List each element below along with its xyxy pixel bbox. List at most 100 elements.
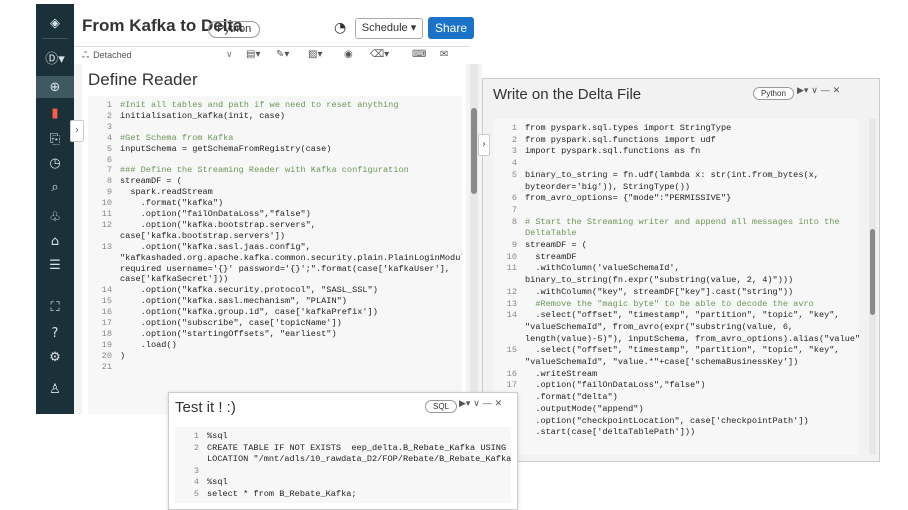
test-sql-cell[interactable]: Test it ! :) SQL ▶▾ ∨ ― ✕ 1 %sql 2 CREATE T… <box>168 392 518 510</box>
partner-connect-icon[interactable]: ⛶ <box>36 296 74 318</box>
line-number: 2 <box>511 134 517 145</box>
line-number: 9 <box>511 240 517 250</box>
line-number: 14 <box>101 285 112 296</box>
repos-icon[interactable]: ⎘ <box>36 128 74 150</box>
line-number: 3 <box>511 146 517 157</box>
line-number: 10 <box>101 198 112 209</box>
line-number: 12 <box>101 219 112 230</box>
cell-title: Define Reader <box>88 70 198 89</box>
code-editor[interactable]: 1 #Init all tables and path if we need to… <box>88 96 462 414</box>
schedule-button[interactable]: Schedule ▾ <box>355 18 423 39</box>
code-line: .withColumn('valueSchemaId', <box>525 263 680 274</box>
schedule-clock-icon[interactable]: ◔ <box>334 20 346 36</box>
workspace-switcher-icon[interactable]: Ⓓ▾ <box>36 46 74 68</box>
notebook-toolbar: ஃ Detached ∨ ▤▾ ✎▾ ▨▾ ◉ ⌫▾ ⌨ ✉ <box>74 46 470 64</box>
line-number: 5 <box>193 488 199 499</box>
line-number: 9 <box>106 187 112 198</box>
code-line: streamDF = ( <box>525 240 587 250</box>
help-icon[interactable]: ? <box>36 322 74 344</box>
keyboard-icon[interactable]: ⌨ <box>412 49 426 60</box>
notebook-icon[interactable]: ▮ <box>36 102 74 124</box>
line-number: 17 <box>506 380 517 391</box>
cell-scrollbar[interactable] <box>869 119 876 455</box>
line-number: 2 <box>193 442 199 453</box>
code-line: initialisation_kafka(init, case) <box>120 110 286 121</box>
line-number: 16 <box>506 368 517 379</box>
jobs-list-icon[interactable]: ☰ <box>36 254 74 276</box>
code-line: .option("failOnDataLoss","false") <box>120 209 311 219</box>
user-avatar-icon[interactable]: ♙ <box>36 378 74 400</box>
scrollbar-thumb[interactable] <box>870 229 875 315</box>
data-icon[interactable]: ⌂ <box>36 230 74 252</box>
code-editor[interactable]: 1 from pyspark.sql.types import StringTyp… <box>493 119 859 455</box>
cell-title: Write on the Delta File <box>493 86 642 103</box>
line-number: 15 <box>506 345 517 356</box>
code-line: length(value)-5)"), inputSchema, from_av… <box>525 333 859 344</box>
language-badge[interactable]: SQL <box>425 400 458 413</box>
comments-icon[interactable]: ✉ <box>440 49 448 60</box>
search-icon[interactable]: ⌕ <box>36 176 74 198</box>
layers-icon[interactable]: ◈ <box>36 12 74 34</box>
code-line: streamDF = ( <box>120 176 182 187</box>
line-number: 16 <box>101 307 112 318</box>
code-line: "valueSchemaId", from_avro(expr("substri… <box>525 321 794 332</box>
code-line: %sql <box>207 477 228 487</box>
cluster-dropdown-chevron-icon[interactable]: ∨ <box>226 50 233 60</box>
line-number: 6 <box>511 193 517 204</box>
code-line: .option("subscribe", case['topicName']) <box>120 318 342 328</box>
line-number: 20 <box>101 350 112 361</box>
line-number: 17 <box>101 318 112 328</box>
code-line: .select("offset", "timestamp", "partitio… <box>525 345 840 356</box>
code-line: #Get Schema from Kafka <box>120 132 234 143</box>
schedule-label: Schedule <box>361 22 408 34</box>
code-line: .format("delta") <box>525 392 618 403</box>
code-line: binary_to_string = fn.udf(lambda x: str(… <box>525 169 819 180</box>
code-line: .option("kafka.group.id", case['kafkaPre… <box>120 307 378 318</box>
notebook-scrollbar[interactable] <box>470 64 478 414</box>
cluster-selector[interactable]: ஃ Detached <box>82 50 132 62</box>
language-badge[interactable]: Python <box>753 87 794 100</box>
expand-chevron-icon[interactable]: › <box>478 134 490 156</box>
cell-controls[interactable]: ▶▾ ∨ ― ✕ <box>459 399 502 409</box>
code-line: .withColumn("key", streamDF["key"].cast(… <box>525 286 794 297</box>
file-menu-icon[interactable]: ▤▾ <box>246 49 260 60</box>
language-badge[interactable]: Python <box>208 21 261 38</box>
line-number: 6 <box>106 154 112 165</box>
line-number: 21 <box>101 361 112 372</box>
line-number: 3 <box>193 465 199 476</box>
line-number: 11 <box>506 263 517 274</box>
code-line: from pyspark.sql.types import StringType <box>525 123 732 133</box>
sidebar-divider <box>42 38 68 39</box>
view-menu-icon[interactable]: ▨▾ <box>308 49 322 60</box>
new-plus-icon[interactable]: ⊕ <box>36 76 74 98</box>
edit-menu-icon[interactable]: ✎▾ <box>276 49 289 60</box>
collapse-sidebar-chevron-icon[interactable]: › <box>70 120 84 142</box>
notebook-window: ◈ Ⓓ▾ ⊕ ▮ ⎘ ◷ ⌕ ♧ ⌂ ☰ ⛶ ? ⚙ ♙ From Kafka … <box>0 0 908 510</box>
code-line: inputSchema = getSchemaFromRegistry(case… <box>120 143 332 154</box>
compute-icon[interactable]: ♧ <box>36 206 74 228</box>
code-line: import pyspark.sql.functions as fn <box>525 146 701 157</box>
line-number: 7 <box>106 165 112 176</box>
define-reader-cell[interactable]: Define Reader 1 #Init all tables and path… <box>82 64 466 414</box>
code-line: .writeStream <box>525 368 598 379</box>
recents-clock-icon[interactable]: ◷ <box>36 152 74 174</box>
code-line: ) <box>120 350 126 361</box>
code-line: case['kafkaSecret'])) <box>120 274 229 285</box>
code-line: #Remove the "magic byte" to be able to d… <box>525 298 814 309</box>
code-line: .option("kafka.security.protocol", "SASL… <box>120 285 378 296</box>
notebook-header: From Kafka to Delta Python ◔ Schedule ▾ … <box>74 4 482 46</box>
run-all-icon[interactable]: ◉ <box>344 49 353 60</box>
code-line: from_avro_options= {"mode":"PERMISSIVE"} <box>525 193 732 204</box>
cell-controls[interactable]: ▶▾ ∨ ― ✕ <box>797 86 840 96</box>
line-number: 3 <box>106 121 112 132</box>
code-line: binary_to_string(fn.expr("substring(valu… <box>525 275 794 286</box>
line-number: 2 <box>106 110 112 121</box>
clear-menu-icon[interactable]: ⌫▾ <box>370 49 389 60</box>
code-line: .outputMode("append") <box>525 403 644 414</box>
scrollbar-thumb[interactable] <box>471 108 477 194</box>
settings-gear-icon[interactable]: ⚙ <box>36 346 74 368</box>
write-delta-cell[interactable]: Write on the Delta File Python ▶▾ ∨ ― ✕ … <box>482 78 880 462</box>
code-line: %sql <box>207 431 228 441</box>
share-button[interactable]: Share <box>428 17 474 39</box>
code-editor[interactable]: 1 %sql 2 CREATE TABLE IF NOT EXISTS eep_del… <box>175 427 511 503</box>
